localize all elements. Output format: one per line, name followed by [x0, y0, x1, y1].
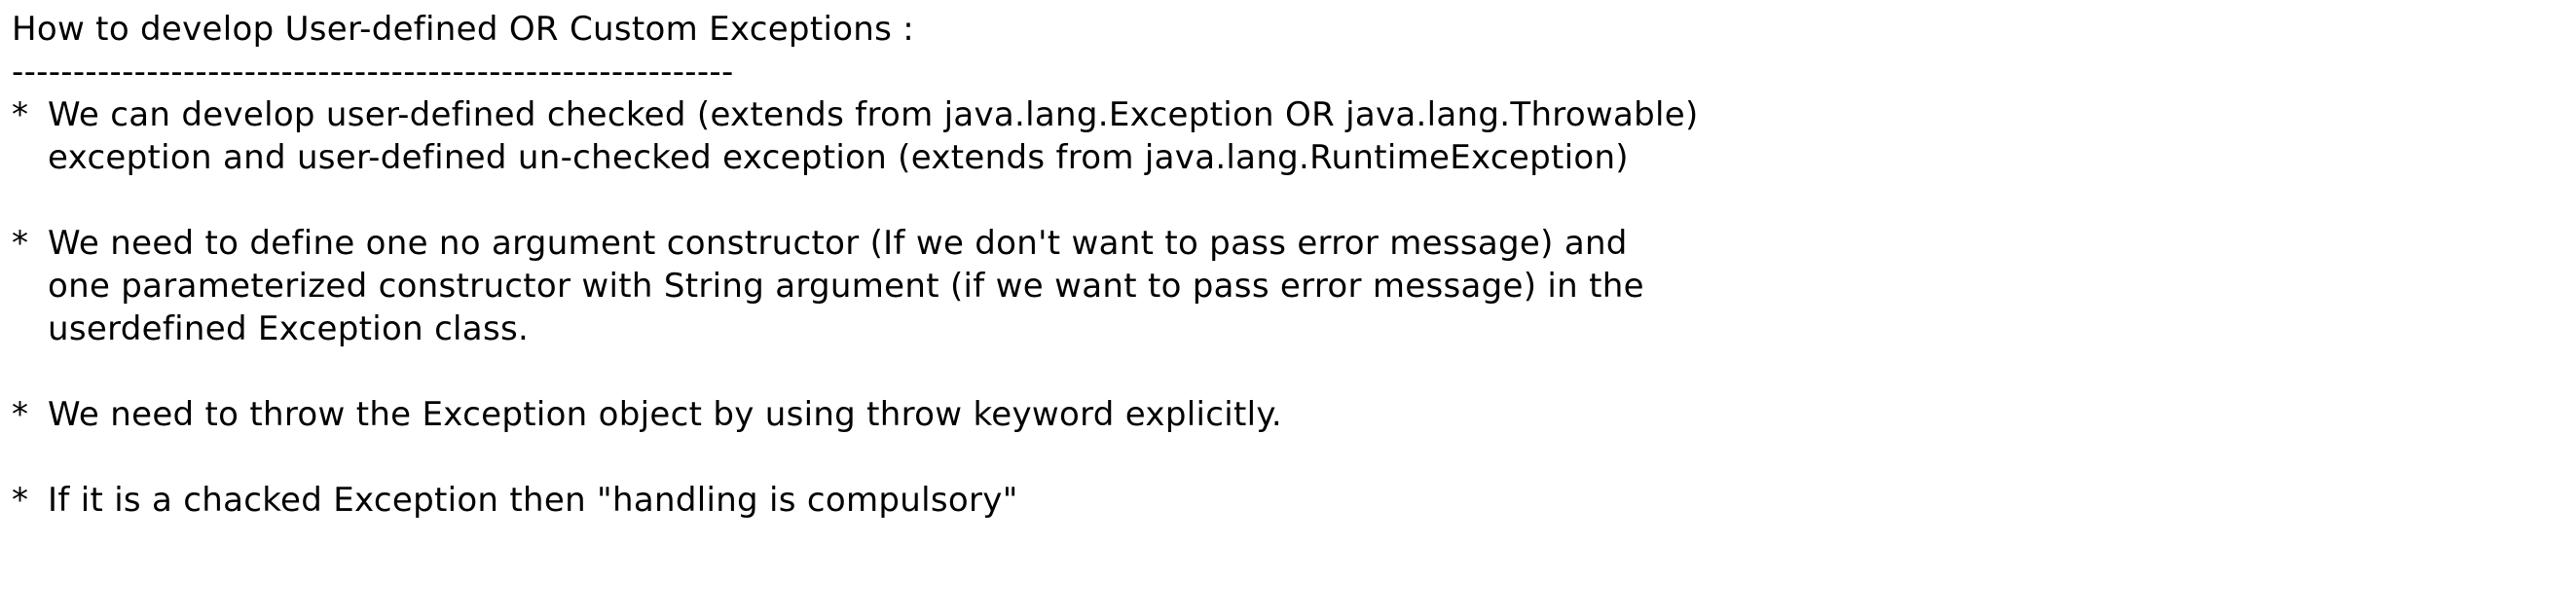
bullet-text-line: If it is a chacked Exception then "handl…: [48, 481, 1018, 520]
bullet-marker: *: [12, 395, 29, 434]
document-body: How to develop User-defined OR Custom Ex…: [12, 8, 2543, 522]
bullet-text-line: one parameterized constructor with Strin…: [48, 267, 1644, 306]
bullet-text-line: We need to define one no argument constr…: [48, 224, 1628, 263]
bullet-item-constructors: * We need to define one no argument const…: [12, 222, 2543, 350]
bullet-item-throw: * We need to throw the Exception object b…: [12, 393, 2543, 436]
bullet-marker: *: [12, 481, 29, 520]
title-separator: ----------------------------------------…: [12, 53, 734, 91]
bullet-item-checked-unchecked: * We can develop user-defined checked (ex…: [12, 93, 2543, 179]
bullet-text-line: We need to throw the Exception object by…: [48, 395, 1283, 434]
bullet-item-checked-handling: * If it is a chacked Exception then "hand…: [12, 479, 2543, 522]
bullet-text-line: We can develop user-defined checked (ext…: [48, 95, 1699, 134]
document-page: { "title": "How to develop User-defined …: [0, 0, 2576, 616]
page-title: How to develop User-defined OR Custom Ex…: [12, 10, 915, 49]
bullet-text-line: exception and user-defined un-checked ex…: [48, 138, 1629, 177]
bullet-text-line: userdefined Exception class.: [48, 309, 530, 348]
bullet-marker: *: [12, 224, 29, 263]
bullet-marker: *: [12, 95, 29, 134]
